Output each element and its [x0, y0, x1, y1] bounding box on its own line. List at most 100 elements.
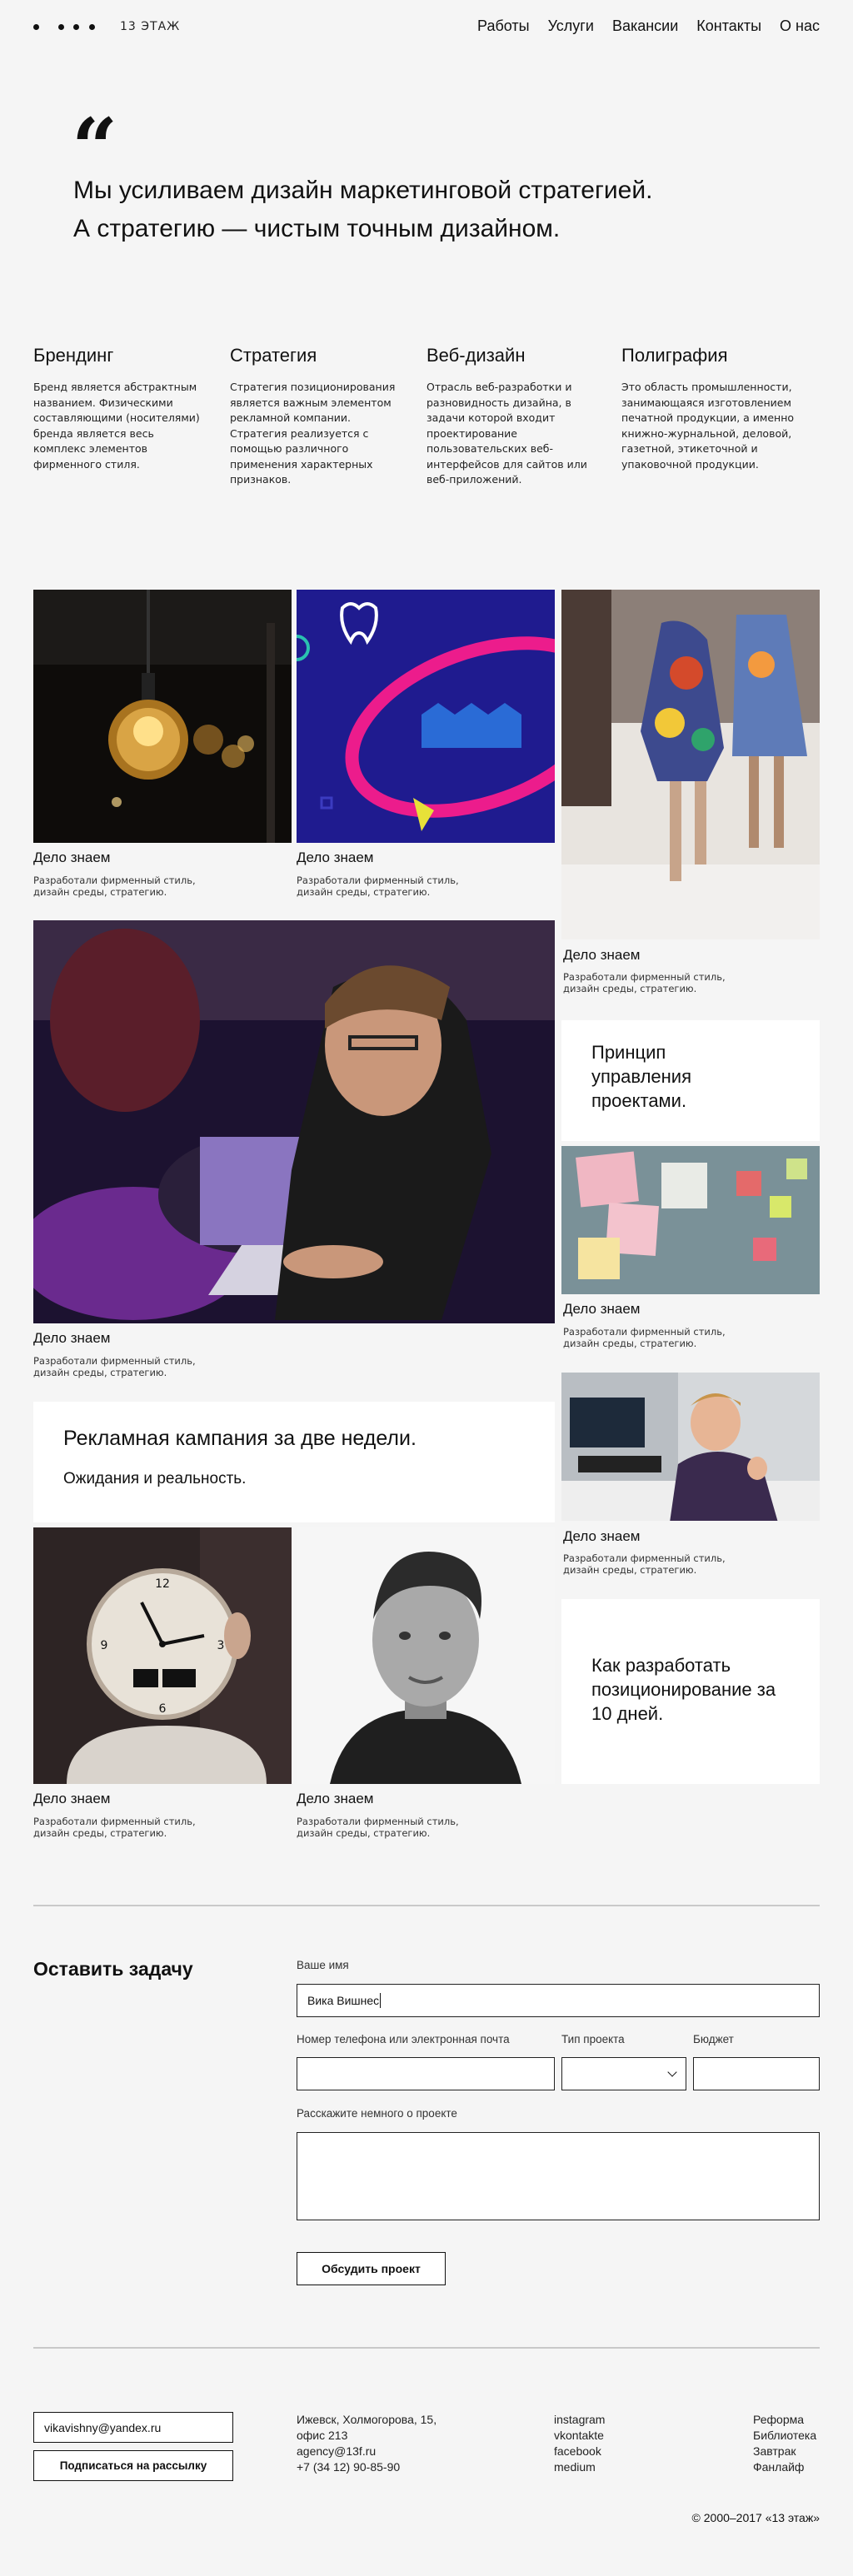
- address-office: офис 213: [297, 2429, 348, 2442]
- project-desc: Разработали фирменный стиль, дизайн сред…: [563, 971, 726, 994]
- project-link[interactable]: Фанлайф: [753, 2459, 816, 2475]
- project-desc: Разработали фирменный стиль, дизайн сред…: [563, 1552, 726, 1576]
- nav-contacts[interactable]: Контакты: [696, 17, 761, 35]
- hero-line-1: Мы усиливаем дизайн маркетинговой страте…: [73, 177, 653, 204]
- social-medium-link[interactable]: medium: [554, 2459, 605, 2475]
- project-title[interactable]: Дело знаем: [297, 850, 373, 866]
- article-card-positioning[interactable]: Как разработать позиционирование за 10 д…: [561, 1599, 820, 1784]
- project-desc: Разработали фирменный стиль, дизайн сред…: [33, 1355, 196, 1378]
- name-label: Ваше имя: [297, 1959, 349, 1971]
- logo-dot-icon: [58, 24, 64, 30]
- subscribe-button[interactable]: Подписаться на рассылку: [33, 2450, 233, 2481]
- lightbulb-image: [33, 590, 292, 843]
- project-title[interactable]: Дело знаем: [33, 1330, 110, 1347]
- about-textarea[interactable]: [297, 2132, 820, 2220]
- social-vkontakte-link[interactable]: vkontakte: [554, 2428, 605, 2444]
- project-image-kid[interactable]: [561, 1373, 820, 1521]
- project-title[interactable]: Дело знаем: [297, 1791, 373, 1807]
- name-input[interactable]: Вика Вишнеc: [297, 1984, 820, 2017]
- type-label: Тип проекта: [561, 2033, 625, 2045]
- project-desc: Разработали фирменный стиль, дизайн сред…: [33, 1816, 196, 1839]
- footer-social: instagram vkontakte facebook medium: [554, 2412, 605, 2475]
- footer-contacts: Ижевск, Холмогорова, 15, офис 213 agency…: [297, 2412, 436, 2475]
- phone-input[interactable]: [297, 2057, 555, 2090]
- chevron-down-icon: [667, 2067, 677, 2077]
- project-image-fashion[interactable]: [561, 590, 820, 939]
- svg-text:9: 9: [101, 1639, 108, 1652]
- text-cursor: [380, 1993, 382, 2008]
- portrait-image: [297, 1527, 555, 1784]
- service-title: Полиграфия: [621, 345, 728, 366]
- project-title[interactable]: Дело знаем: [563, 1528, 640, 1545]
- project-image-lightbulb[interactable]: [33, 590, 292, 843]
- submit-button[interactable]: Обсудить проект: [297, 2252, 446, 2285]
- service-title: Стратегия: [230, 345, 317, 366]
- project-title[interactable]: Дело знаем: [563, 1301, 640, 1318]
- svg-text:12: 12: [155, 1577, 170, 1591]
- logo-dot-icon: [89, 24, 95, 30]
- hero-text: Мы усиливаем дизайн маркетинговой страте…: [73, 172, 652, 248]
- divider: [33, 2347, 820, 2349]
- nav-vacancies[interactable]: Вакансии: [612, 17, 678, 35]
- logo-dot-icon: [73, 24, 79, 30]
- project-desc: Разработали фирменный стиль, дизайн сред…: [563, 1326, 726, 1349]
- project-title[interactable]: Дело знаем: [33, 850, 110, 866]
- service-title: Брендинг: [33, 345, 114, 366]
- fashion-image: [561, 590, 820, 939]
- social-instagram-link[interactable]: instagram: [554, 2412, 605, 2428]
- logo-text: 13 ЭТАЖ: [120, 20, 181, 33]
- phone-label: Номер телефона или электронная почта: [297, 2033, 510, 2045]
- article-title: Как разработать позиционирование за 10 д…: [591, 1655, 776, 1724]
- project-image-laptop[interactable]: [33, 920, 555, 1323]
- nav-works[interactable]: Работы: [477, 17, 530, 35]
- project-image-graphic[interactable]: [297, 590, 555, 843]
- address-line: Ижевск, Холмогорова, 15,: [297, 2413, 437, 2426]
- project-link[interactable]: Библиотека: [753, 2428, 816, 2444]
- nav-services[interactable]: Услуги: [548, 17, 594, 35]
- budget-input[interactable]: [693, 2057, 820, 2090]
- kid-computer-image: [561, 1373, 820, 1521]
- nav-about[interactable]: О нас: [780, 17, 820, 35]
- laptop-man-image: [33, 920, 555, 1323]
- newsletter-email-input[interactable]: vikavishny@yandex.ru: [33, 2412, 233, 2443]
- project-desc: Разработали фирменный стиль, дизайн сред…: [33, 874, 196, 898]
- main-nav: Работы Услуги Вакансии Контакты О нас: [477, 17, 820, 35]
- service-webdesign: Веб-дизайн Отрасль веб-разработки и разн…: [426, 345, 610, 488]
- project-image-clock[interactable]: 12 3 6 9: [33, 1527, 292, 1784]
- type-select[interactable]: [561, 2057, 686, 2090]
- project-title[interactable]: Дело знаем: [33, 1791, 110, 1807]
- budget-label: Бюджет: [693, 2033, 734, 2045]
- email-value: vikavishny@yandex.ru: [44, 2420, 162, 2434]
- hero-line-2: А стратегию — чистым точным дизайном.: [73, 215, 561, 242]
- logo-dot-icon: [33, 24, 39, 30]
- service-text: Стратегия позиционирования является важн…: [230, 381, 396, 486]
- project-image-stickies[interactable]: [561, 1146, 820, 1294]
- contact-email-link[interactable]: agency@13f.ru: [297, 2444, 436, 2459]
- article-title: Принцип управления проектами.: [591, 1042, 691, 1111]
- contact-phone-link[interactable]: +7 (34 12) 90-85-90: [297, 2459, 436, 2475]
- clock-face-image: 12 3 6 9: [33, 1527, 292, 1784]
- project-link[interactable]: Реформа: [753, 2412, 816, 2428]
- svg-text:3: 3: [217, 1639, 225, 1652]
- service-printing: Полиграфия Это область промышленности, з…: [621, 345, 805, 472]
- about-label: Расскажите немного о проекте: [297, 2107, 457, 2120]
- service-text: Бренд является абстрактным названием. Фи…: [33, 381, 200, 471]
- sticky-notes-image: [561, 1146, 820, 1294]
- project-title[interactable]: Дело знаем: [563, 947, 640, 964]
- service-title: Веб-дизайн: [426, 345, 526, 366]
- project-desc: Разработали фирменный стиль, дизайн сред…: [297, 874, 459, 898]
- article-title: Рекламная кампания за две недели.: [63, 1427, 417, 1450]
- project-image-portrait[interactable]: [297, 1527, 555, 1784]
- social-facebook-link[interactable]: facebook: [554, 2444, 605, 2459]
- svg-text:6: 6: [159, 1702, 167, 1716]
- project-link[interactable]: Завтрак: [753, 2444, 816, 2459]
- service-text: Отрасль веб-разработки и разновидность д…: [426, 381, 587, 486]
- project-desc: Разработали фирменный стиль, дизайн сред…: [297, 1816, 459, 1839]
- article-card-campaign[interactable]: Рекламная кампания за две недели. Ожидан…: [33, 1402, 555, 1522]
- copyright: © 2000–2017 «13 этаж»: [691, 2511, 820, 2524]
- graphic-pattern-image: [297, 590, 555, 843]
- service-branding: Брендинг Бренд является абстрактным назв…: [33, 345, 217, 472]
- footer-projects: Реформа Библиотека Завтрак Фанлайф: [753, 2412, 816, 2475]
- form-title: Оставить задачу: [33, 1958, 193, 1980]
- article-card-principle[interactable]: Принцип управления проектами.: [561, 1020, 820, 1141]
